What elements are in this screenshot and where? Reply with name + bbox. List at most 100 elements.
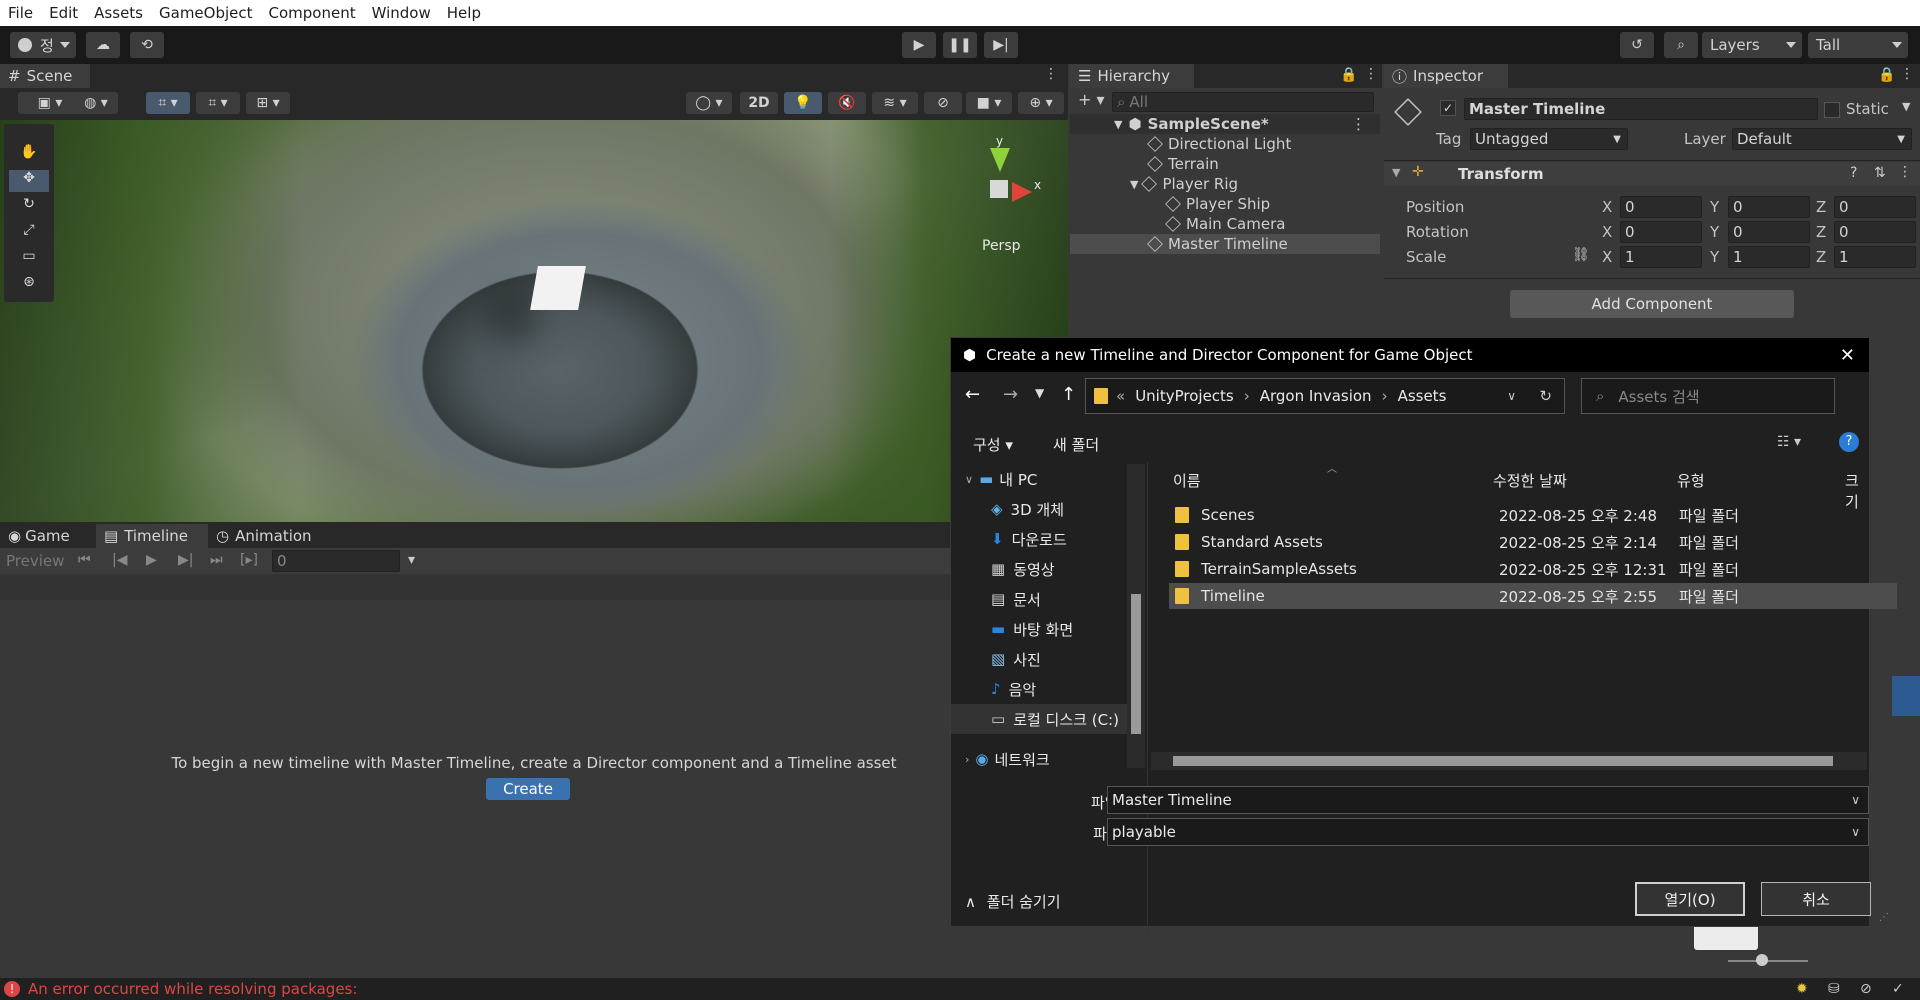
goto-start-icon[interactable]: ⏮ (78, 552, 91, 568)
hierarchy-item-main-camera[interactable]: Main Camera (1070, 214, 1380, 234)
menu-file[interactable]: File (0, 4, 41, 22)
transform-header[interactable]: ▼ ✛ Transform ? ⇅ ⋮ (1384, 162, 1920, 186)
nav-item-documents[interactable]: ▤ 문서 (951, 584, 1041, 614)
position-z-field[interactable]: 0 (1834, 196, 1916, 218)
hierarchy-item-master-timeline[interactable]: Master Timeline (1070, 234, 1380, 254)
up-icon[interactable]: ↑ (1061, 384, 1076, 405)
transform-tool-icon[interactable]: ⊛ (9, 274, 49, 296)
chevron-down-icon[interactable]: ∨ (1507, 389, 1516, 403)
hierarchy-options-icon[interactable]: ⋮ (1364, 66, 1378, 82)
create-button[interactable]: Create (486, 778, 570, 800)
rect-tool-icon[interactable]: ▭ (9, 248, 49, 270)
hierarchy-search-input[interactable]: ⌕ All (1112, 92, 1374, 112)
hierarchy-item-player-ship[interactable]: Player Ship (1070, 194, 1380, 214)
hidden-objects-button[interactable]: ⊘ (924, 92, 962, 114)
collab-button[interactable]: ⟲ (130, 32, 164, 58)
tab-hierarchy[interactable]: ☰ Hierarchy (1070, 64, 1194, 88)
menu-help[interactable]: Help (439, 4, 489, 22)
prev-frame-icon[interactable]: |◀ (112, 552, 127, 568)
lock-icon[interactable]: 🔒 (1878, 67, 1895, 83)
range-icon[interactable]: [▸] (240, 552, 258, 568)
hide-folders-toggle[interactable]: ∧ 폴더 숨기기 (965, 891, 1061, 912)
play-button[interactable]: ▶ (902, 32, 936, 58)
dialog-search-input[interactable]: ⌕ Assets 검색 (1581, 378, 1835, 414)
menu-gameobject[interactable]: GameObject (151, 4, 261, 22)
menu-component[interactable]: Component (261, 4, 364, 22)
play-timeline-icon[interactable]: ▶ (146, 552, 157, 568)
nav-item-local-disk[interactable]: ▭ 로컬 디스크 (C:) (951, 704, 1127, 734)
new-folder-button[interactable]: 새 폴더 (1053, 434, 1099, 455)
recent-locations-icon[interactable]: ▼ (1035, 386, 1044, 400)
rotation-x-field[interactable]: 0 (1620, 221, 1702, 243)
position-x-field[interactable]: 0 (1620, 196, 1702, 218)
draw-mode-button[interactable]: ▣ ▾ (18, 92, 82, 114)
cloud-button[interactable]: ☁ (86, 32, 120, 58)
nav-item-pictures[interactable]: ▧ 사진 (951, 644, 1041, 674)
breadcrumb-argon-invasion[interactable]: Argon Invasion (1260, 387, 1372, 405)
gizmos-button[interactable]: ⊕ ▾ (1018, 92, 1064, 114)
object-name-field[interactable]: Master Timeline (1464, 98, 1818, 120)
globe-button[interactable]: ◍ ▾ (74, 92, 118, 114)
column-name[interactable]: 이름 (1173, 470, 1201, 491)
preview-button[interactable]: Preview (6, 552, 64, 570)
chevron-down-icon[interactable]: ∨ (1851, 825, 1860, 839)
nav-item-3d-objects[interactable]: ◈ 3D 개체 (951, 494, 1064, 524)
progress-icon[interactable]: ✹ (1796, 981, 1808, 997)
tab-scene[interactable]: # Scene (0, 64, 90, 88)
menu-assets[interactable]: Assets (86, 4, 151, 22)
filename-input[interactable]: Master Timeline ∨ (1107, 786, 1869, 814)
grid-snap-button[interactable]: ⌗ ▾ (196, 92, 240, 114)
audio-button[interactable]: 🔇 (828, 92, 866, 114)
effects-button[interactable]: ≋ ▾ (872, 92, 918, 114)
tab-animation[interactable]: ◷ Animation (208, 524, 328, 548)
orientation-gizmo[interactable]: x y (960, 134, 1041, 228)
hierarchy-item-player-rig[interactable]: ▼ Player Rig (1070, 174, 1380, 194)
inspector-options-icon[interactable]: ⋮ (1900, 66, 1914, 82)
cache-icon[interactable]: ⛁ (1828, 981, 1840, 997)
static-checkbox[interactable] (1824, 102, 1840, 118)
rotation-z-field[interactable]: 0 (1834, 221, 1916, 243)
nav-scrollbar[interactable] (1127, 464, 1145, 768)
persp-label[interactable]: Persp (982, 238, 1021, 254)
close-icon[interactable]: ✕ (1840, 345, 1855, 366)
rotation-y-field[interactable]: 0 (1728, 221, 1810, 243)
check-icon[interactable]: ✓ (1892, 981, 1904, 997)
breadcrumb-assets[interactable]: Assets (1398, 387, 1447, 405)
layout-dropdown[interactable]: Tall (1808, 32, 1908, 58)
file-row-scenes[interactable]: Scenes 2022-08-25 오후 2:48 파일 폴더 (1169, 502, 1897, 528)
file-row-timeline[interactable]: Timeline 2022-08-25 오후 2:55 파일 폴더 (1169, 583, 1897, 609)
frame-field[interactable]: 0 (272, 550, 400, 572)
goto-end-icon[interactable]: ⏭ (210, 552, 223, 568)
component-options-icon[interactable]: ⋮ (1898, 164, 1912, 180)
hierarchy-item-scene[interactable]: ▼ ⬢ SampleScene* ⋮ (1070, 114, 1380, 134)
refresh-icon[interactable]: ↻ (1539, 387, 1552, 405)
position-y-field[interactable]: 0 (1728, 196, 1810, 218)
tag-dropdown[interactable]: Untagged ▼ (1470, 128, 1628, 150)
nav-item-desktop[interactable]: ▬ 바탕 화면 (951, 614, 1073, 644)
scene-options-icon[interactable]: ⋮ (1351, 115, 1366, 133)
cancel-button[interactable]: 취소 (1761, 882, 1871, 916)
account-dropdown[interactable]: 정 (10, 32, 76, 58)
increment-snap-button[interactable]: ⊞ ▾ (246, 92, 290, 114)
rotate-tool-icon[interactable]: ↻ (9, 196, 49, 218)
preset-icon[interactable]: ⇅ (1874, 165, 1886, 181)
hierarchy-item-terrain[interactable]: Terrain (1070, 154, 1380, 174)
scene-options-icon[interactable]: ⋮ (1044, 66, 1058, 82)
add-component-button[interactable]: Add Component (1510, 290, 1794, 318)
nav-item-network[interactable]: › ◉ 네트워크 (951, 744, 1050, 774)
error-message[interactable]: An error occurred while resolving packag… (28, 980, 357, 998)
tab-game[interactable]: ◉ Game (0, 524, 96, 548)
back-icon[interactable]: ← (965, 384, 980, 405)
address-bar[interactable]: « UnityProjects › Argon Invasion › Asset… (1085, 378, 1565, 414)
move-snap-button[interactable]: ⌗ ▾ (146, 92, 190, 114)
lock-icon[interactable]: 🔒 (1340, 67, 1357, 83)
horizontal-scrollbar[interactable] (1151, 752, 1867, 770)
file-row-standard-assets[interactable]: Standard Assets 2022-08-25 오후 2:14 파일 폴더 (1169, 529, 1897, 555)
history-button[interactable]: ↺ (1620, 32, 1654, 58)
hierarchy-item-directional-light[interactable]: Directional Light (1070, 134, 1380, 154)
camera-button[interactable]: ■ ▾ (966, 92, 1012, 114)
chevron-down-icon[interactable]: ∨ (1851, 793, 1860, 807)
hand-tool-icon[interactable]: ✋ (9, 144, 49, 166)
column-type[interactable]: 유형 (1677, 470, 1705, 491)
pause-button[interactable]: ❚❚ (943, 32, 977, 58)
